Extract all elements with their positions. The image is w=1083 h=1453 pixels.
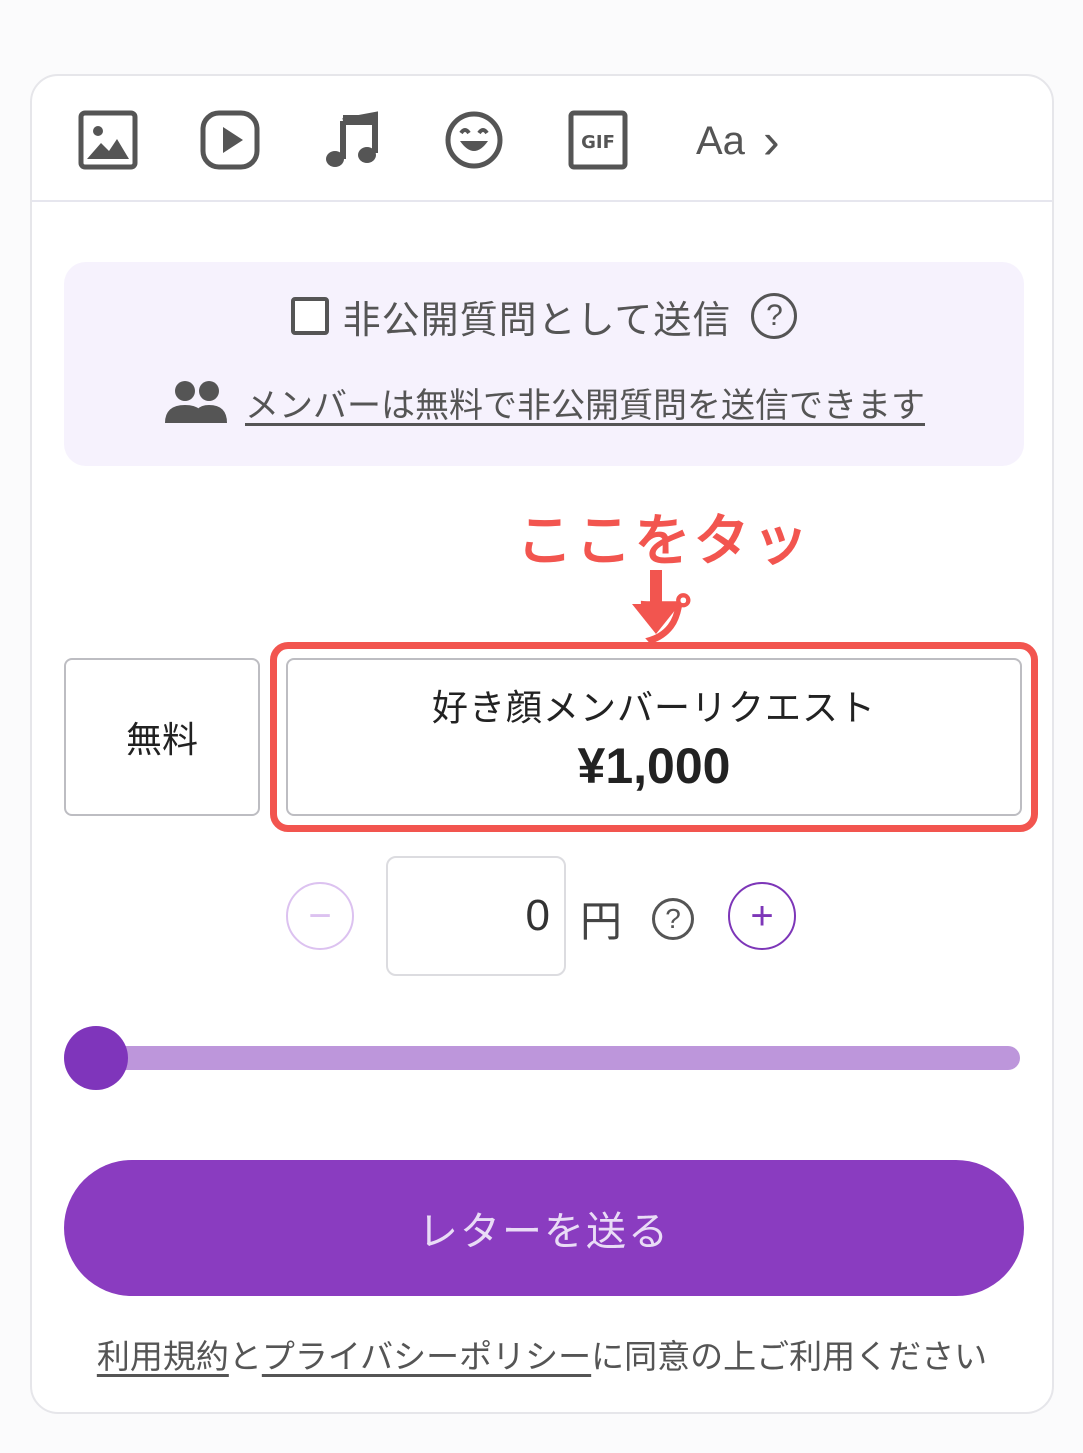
video-play-icon bbox=[200, 110, 260, 170]
private-help-icon[interactable]: ? bbox=[751, 293, 798, 339]
private-question-checkbox[interactable] bbox=[290, 297, 329, 335]
private-question-label[interactable]: 非公開質問として送信 bbox=[343, 289, 732, 344]
terms-of-service-link[interactable]: 利用規約 bbox=[97, 1337, 229, 1376]
gif-button[interactable]: GIF bbox=[566, 108, 630, 172]
svg-text:GIF: GIF bbox=[581, 132, 615, 153]
currency-unit-label: 円 bbox=[580, 897, 623, 946]
letter-compose-card: GIF Aa › 非公開質問として送信 ? メンバーは無料で非公開質問を送信でき… bbox=[30, 74, 1054, 1414]
image-icon bbox=[78, 110, 138, 170]
emoji-button[interactable] bbox=[442, 108, 506, 172]
privacy-policy-link[interactable]: プライバシーポリシー bbox=[262, 1337, 591, 1376]
request-option-price: ¥1,000 bbox=[577, 738, 731, 794]
request-option-label: 好き顔メンバーリクエスト bbox=[431, 688, 876, 729]
member-request-option-button[interactable]: 好き顔メンバーリクエスト ¥1,000 bbox=[286, 658, 1022, 816]
media-toolbar: GIF Aa › bbox=[32, 76, 1052, 202]
private-question-row: 非公開質問として送信 ? bbox=[64, 286, 1024, 346]
music-note-icon bbox=[326, 111, 378, 167]
send-letter-button[interactable]: レターを送る bbox=[64, 1160, 1024, 1296]
terms-joiner: と bbox=[228, 1337, 262, 1376]
video-button[interactable] bbox=[198, 108, 262, 172]
amount-input[interactable] bbox=[386, 856, 566, 976]
chevron-right-icon: › bbox=[762, 113, 780, 169]
image-button[interactable] bbox=[76, 108, 140, 172]
emoji-icon bbox=[445, 111, 503, 169]
private-question-panel: 非公開質問として送信 ? メンバーは無料で非公開質問を送信できます bbox=[64, 262, 1024, 466]
font-label: Aa bbox=[696, 118, 745, 163]
member-free-private-link[interactable]: メンバーは無料で非公開質問を送信できます bbox=[245, 378, 925, 427]
free-option-button[interactable]: 無料 bbox=[64, 658, 260, 816]
font-style-button[interactable]: Aa › bbox=[696, 112, 780, 170]
gif-icon: GIF bbox=[568, 110, 628, 170]
member-info-row: メンバーは無料で非公開質問を送信できます bbox=[64, 374, 1024, 430]
amount-slider-track[interactable] bbox=[88, 1046, 1020, 1070]
terms-consent-text: 利用規約とプライバシーポリシーに同意の上ご利用ください bbox=[32, 1330, 1052, 1378]
amount-help-icon[interactable]: ? bbox=[652, 898, 694, 940]
arrow-down-icon bbox=[632, 570, 680, 634]
increase-amount-button[interactable]: + bbox=[728, 882, 796, 950]
terms-suffix: に同意の上ご利用ください bbox=[591, 1337, 988, 1376]
amount-slider-thumb[interactable] bbox=[64, 1026, 128, 1090]
group-people-icon bbox=[165, 381, 227, 423]
decrease-amount-button[interactable]: − bbox=[286, 882, 354, 950]
music-button[interactable] bbox=[320, 108, 384, 172]
